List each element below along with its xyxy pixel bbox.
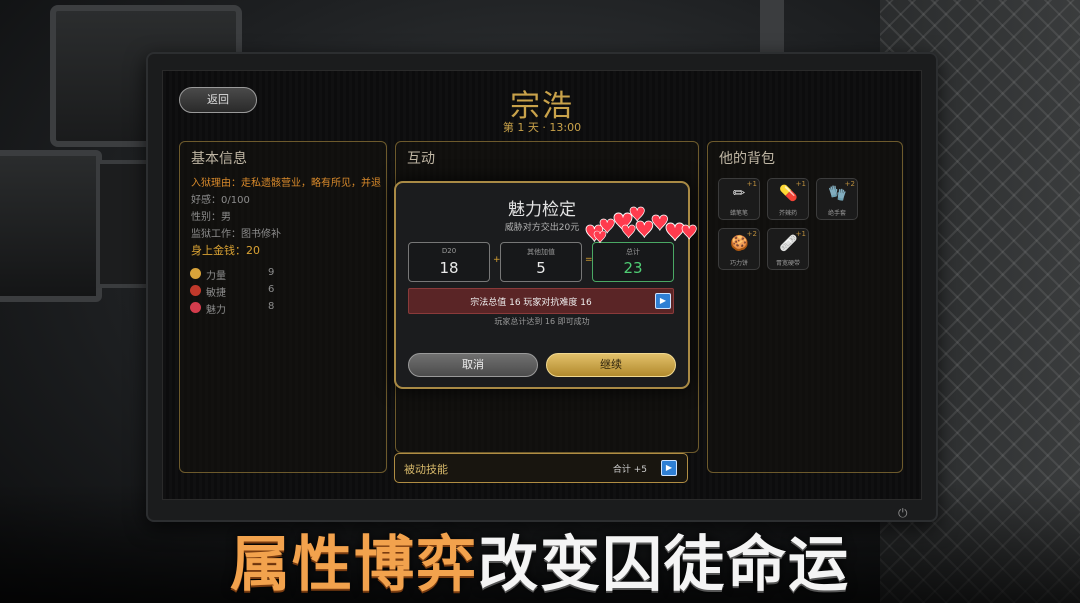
panel-title: 互动	[407, 151, 435, 167]
success-note: 玩家总计达到 16 即可成功	[494, 317, 590, 326]
passive-skill-sum: 合计 +5	[612, 465, 647, 475]
attribute-row-charm: 魅力 8	[190, 301, 370, 316]
passive-skill-label: 被动技能	[404, 463, 448, 476]
attribute-label: 魅力	[206, 305, 226, 316]
expand-play-icon[interactable]: ▶	[661, 460, 677, 476]
item-count: +1	[795, 230, 806, 238]
promo-banner: 属性博弈改变囚徒命运	[0, 516, 1080, 603]
pill-icon: 💊	[779, 184, 798, 202]
favor-value: 好感：0/100	[191, 195, 250, 206]
attribute-value: 6	[268, 284, 275, 295]
cookie-icon: 🍪	[730, 234, 749, 252]
d20-value: 18	[439, 259, 459, 277]
item-count: +1	[746, 180, 757, 188]
item-name: 芥辣药	[778, 210, 797, 217]
attribute-label: 力量	[206, 271, 226, 282]
gender-value: 性别：男	[191, 212, 231, 223]
item-name: 蜡笔笔	[729, 210, 748, 217]
bag-item-slot[interactable]: 🧤 +2 绝手套	[816, 178, 858, 220]
bonus-value: 5	[536, 259, 546, 277]
money-value: 身上金钱：20	[191, 244, 260, 257]
crime-reason: 入狱理由：走私遗骸营业，略有所见，并退换遗物案	[191, 178, 381, 189]
attribute-label: 敏捷	[206, 288, 226, 299]
charm-heart-icon	[190, 302, 201, 313]
bag-item-slot[interactable]: 🩹 +1 胃宽硬带	[767, 228, 809, 270]
item-count: +2	[844, 180, 855, 188]
bandage-icon: 🩹	[779, 234, 798, 252]
bag-item-slot[interactable]: ✏ +1 蜡笔笔	[718, 178, 760, 220]
item-name: 胃宽硬带	[775, 260, 800, 267]
attribute-value: 9	[268, 267, 275, 278]
expand-play-icon[interactable]: ▶	[655, 293, 671, 309]
attribute-value: 8	[268, 301, 275, 312]
backpack-panel: 他的背包 ✏ +1 蜡笔笔 💊 +1 芥辣药 🧤 +2 绝手套 🍪 +2 巧力饼	[707, 141, 903, 473]
hearts-effect-icon	[585, 206, 697, 244]
bag-item-slot[interactable]: 💊 +1 芥辣药	[767, 178, 809, 220]
result-bar: 宗法总值 16 玩家对抗难度 16 ▶	[408, 288, 674, 314]
item-count: +2	[746, 230, 757, 238]
glove-icon: 🧤	[828, 184, 847, 202]
agility-icon	[190, 285, 201, 296]
bag-item-slot[interactable]: 🍪 +2 巧力饼	[718, 228, 760, 270]
basic-info-panel: 基本信息 入狱理由：走私遗骸营业，略有所见，并退换遗物案 好感：0/100 性别…	[179, 141, 387, 473]
bonus-label: 其他加值	[527, 248, 555, 256]
pencil-icon: ✏	[732, 184, 746, 202]
panel-title: 基本信息	[191, 151, 247, 167]
panel-title: 他的背包	[719, 151, 775, 167]
total-value: 23	[623, 259, 643, 277]
cancel-button[interactable]: 取消	[408, 353, 538, 377]
banner-highlight: 属性博弈	[230, 530, 478, 600]
strength-icon	[190, 268, 201, 279]
item-name: 巧力饼	[729, 260, 748, 267]
attribute-row-strength: 力量 9	[190, 267, 370, 282]
attribute-row-agility: 敏捷 6	[190, 284, 370, 299]
day-time-label: 第 1 天 · 13:00	[502, 121, 582, 134]
banner-text: 改变囚徒命运	[478, 530, 850, 600]
result-text: 宗法总值 16 玩家对抗难度 16	[470, 298, 592, 308]
item-name: 绝手套	[827, 210, 846, 217]
d20-roll-box: D20 18	[408, 242, 490, 282]
bonus-box: 其他加值 5	[500, 242, 582, 282]
passive-skill-bar[interactable]: 被动技能 合计 +5 ▶	[394, 453, 688, 483]
job-value: 监狱工作：图书修补	[191, 229, 281, 240]
item-count: +1	[795, 180, 806, 188]
continue-button[interactable]: 继续	[546, 353, 676, 377]
d20-label: D20	[441, 247, 457, 255]
background-tv	[0, 150, 102, 302]
